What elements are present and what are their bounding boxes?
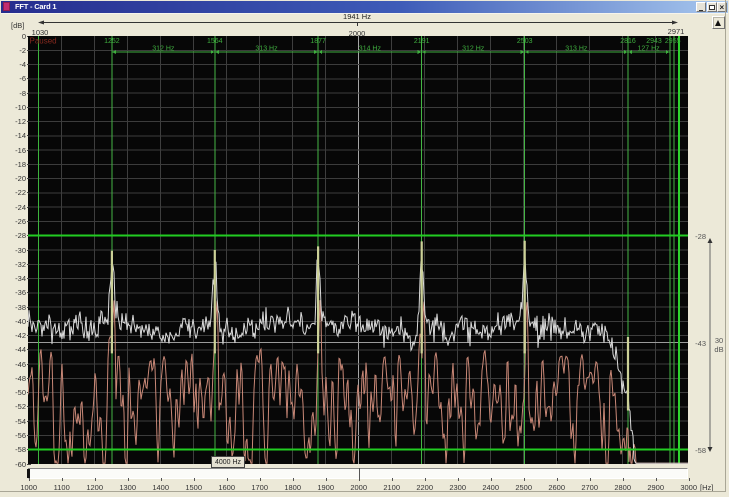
- svg-text:1564: 1564: [207, 38, 223, 45]
- svg-text:312 Hz: 312 Hz: [462, 46, 485, 53]
- svg-text:2943: 2943: [646, 38, 662, 45]
- svg-text:127 Hz: 127 Hz: [638, 46, 661, 53]
- svg-text:312 Hz: 312 Hz: [152, 46, 175, 53]
- svg-text:313 Hz: 313 Hz: [255, 46, 278, 53]
- svg-text:2816: 2816: [620, 38, 636, 45]
- svg-text:2503: 2503: [517, 38, 533, 45]
- svg-text:2955: 2955: [665, 38, 681, 45]
- svg-text:Paused: Paused: [30, 37, 57, 46]
- svg-text:2191: 2191: [414, 38, 430, 45]
- svg-text:1877: 1877: [310, 38, 326, 45]
- svg-text:313 Hz: 313 Hz: [565, 46, 588, 53]
- svg-text:314 Hz: 314 Hz: [359, 46, 382, 53]
- svg-text:1252: 1252: [104, 38, 120, 45]
